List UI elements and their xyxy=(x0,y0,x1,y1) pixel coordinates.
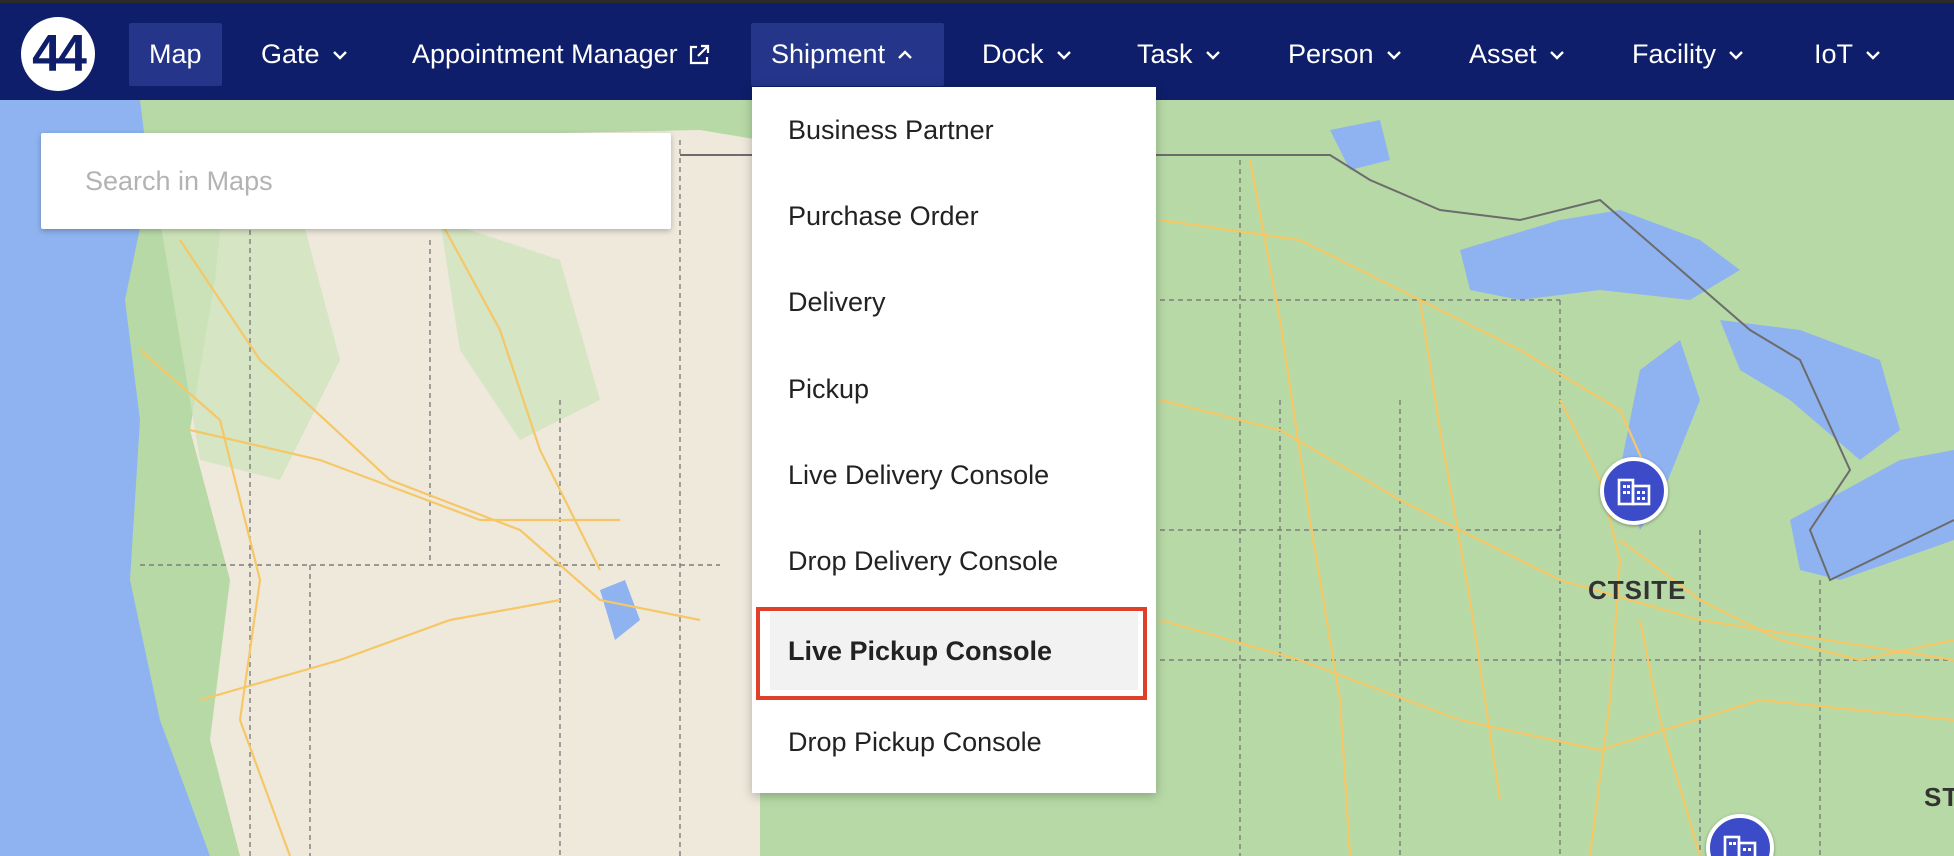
nav-dock-label: Dock xyxy=(982,39,1044,69)
chevron-down-icon xyxy=(1728,50,1744,60)
nav-appointment-manager-label: Appointment Manager xyxy=(412,39,678,69)
nav-gate[interactable]: Gate xyxy=(241,23,368,86)
building-icon xyxy=(1723,833,1757,856)
nav-shipment-label: Shipment xyxy=(771,39,886,69)
facility-marker-ctsite[interactable] xyxy=(1600,457,1668,525)
chevron-down-icon xyxy=(1865,50,1881,60)
nav-iot-label: IoT xyxy=(1814,39,1854,69)
search-input[interactable] xyxy=(41,133,671,229)
menu-item-drop-delivery-console[interactable]: Drop Delivery Console xyxy=(752,518,1156,604)
menu-item-label: Drop Delivery Console xyxy=(788,545,1059,576)
marker-label-st: ST xyxy=(1924,782,1954,812)
chevron-down-icon xyxy=(1205,50,1221,60)
chevron-down-icon xyxy=(332,50,348,60)
menu-item-delivery[interactable]: Delivery xyxy=(752,259,1156,345)
menu-item-business-partner[interactable]: Business Partner xyxy=(752,87,1156,173)
nav-gate-label: Gate xyxy=(261,39,320,69)
nav-asset-label: Asset xyxy=(1469,39,1537,69)
nav-person[interactable]: Person xyxy=(1268,23,1422,86)
marker-label-ctsite: CTSITE xyxy=(1588,575,1687,605)
external-link-icon xyxy=(688,44,710,66)
map-search-box[interactable] xyxy=(41,133,671,229)
menu-item-label: Live Delivery Console xyxy=(788,459,1050,490)
top-navigation-bar: 44 Map Gate Appointment Manager Shipment… xyxy=(0,0,1954,100)
chevron-down-icon xyxy=(1386,50,1402,60)
shipment-dropdown-menu: Business Partner Purchase Order Delivery… xyxy=(752,87,1156,793)
nav-facility-label: Facility xyxy=(1632,39,1717,69)
chevron-down-icon xyxy=(1549,50,1565,60)
nav-task[interactable]: Task xyxy=(1117,23,1241,86)
nav-facility[interactable]: Facility xyxy=(1612,23,1764,86)
menu-item-label: Pickup xyxy=(788,373,870,404)
nav-task-label: Task xyxy=(1137,39,1193,69)
menu-item-live-delivery-console[interactable]: Live Delivery Console xyxy=(752,432,1156,518)
menu-item-live-pickup-console[interactable]: Live Pickup Console xyxy=(770,612,1138,690)
menu-item-purchase-order[interactable]: Purchase Order xyxy=(752,173,1156,259)
menu-item-label: Drop Pickup Console xyxy=(788,726,1042,757)
menu-item-label: Live Pickup Console xyxy=(788,635,1053,666)
logo-text: 44 xyxy=(32,25,87,83)
building-icon xyxy=(1617,476,1651,506)
nav-shipment[interactable]: Shipment xyxy=(751,23,944,86)
menu-item-pickup[interactable]: Pickup xyxy=(752,346,1156,432)
nav-map-label: Map xyxy=(149,39,202,69)
nav-person-label: Person xyxy=(1288,39,1374,69)
nav-map[interactable]: Map xyxy=(129,23,222,86)
menu-item-drop-pickup-console[interactable]: Drop Pickup Console xyxy=(752,699,1156,785)
chevron-down-icon xyxy=(1056,50,1072,60)
menu-item-label: Business Partner xyxy=(788,114,994,145)
menu-item-label: Delivery xyxy=(788,286,886,317)
nav-iot[interactable]: IoT xyxy=(1794,23,1901,86)
nav-asset[interactable]: Asset xyxy=(1449,23,1585,86)
chevron-up-icon xyxy=(897,49,913,60)
app-logo[interactable]: 44 xyxy=(21,17,95,91)
menu-item-label: Purchase Order xyxy=(788,200,979,231)
nav-appointment-manager[interactable]: Appointment Manager xyxy=(392,23,730,86)
nav-dock[interactable]: Dock xyxy=(962,23,1092,86)
